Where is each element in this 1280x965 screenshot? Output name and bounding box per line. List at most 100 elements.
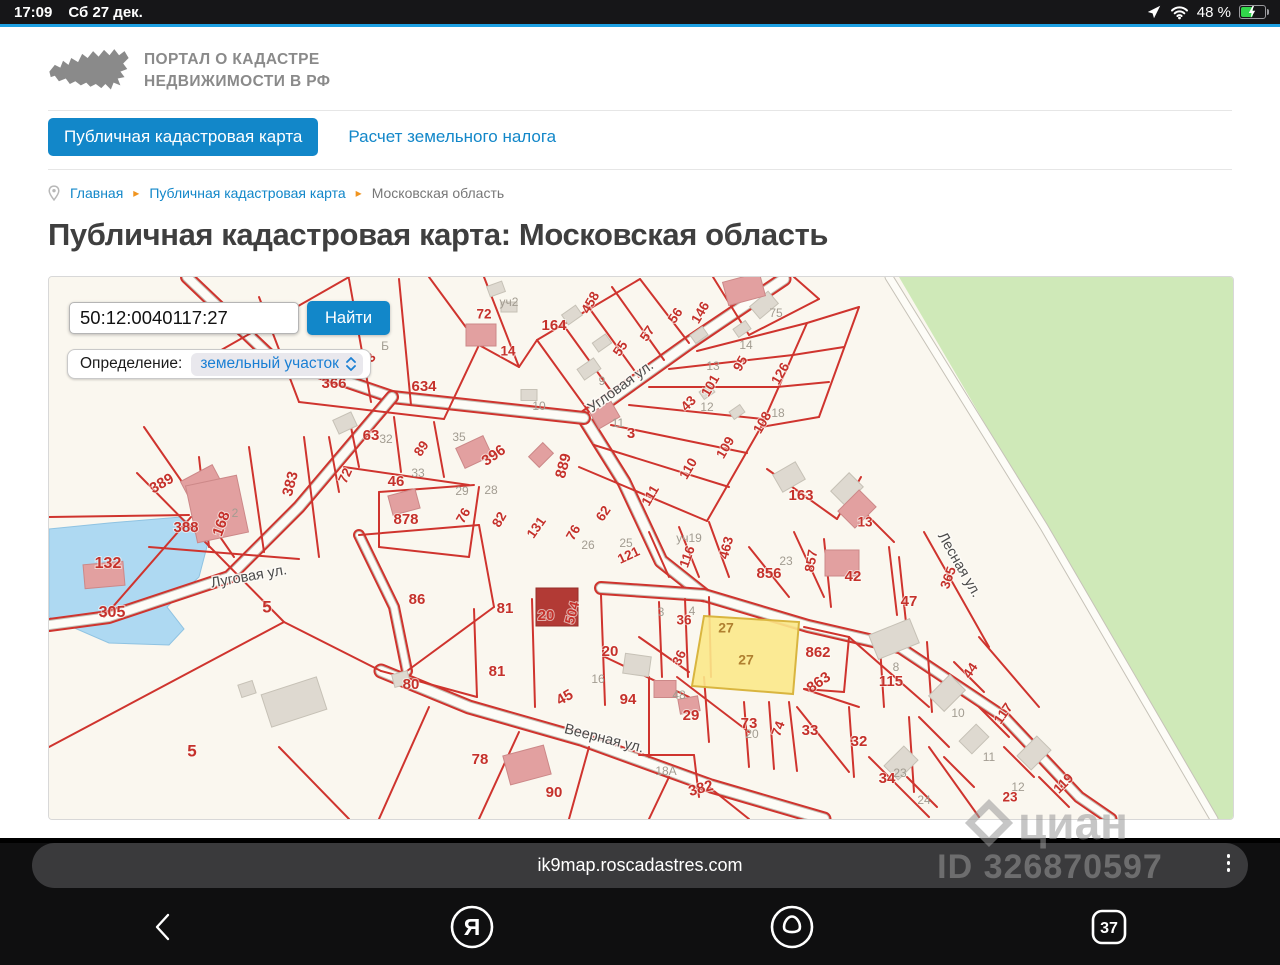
status-date: Сб 27 дек. bbox=[68, 3, 143, 21]
page-content: ПОРТАЛ О КАДАСТРЕ НЕДВИЖИМОСТИ В РФ Публ… bbox=[0, 27, 1280, 838]
svg-text:Я: Я bbox=[463, 914, 480, 940]
pin-icon bbox=[48, 185, 60, 201]
svg-text:35: 35 bbox=[452, 430, 466, 444]
svg-text:388: 388 bbox=[173, 519, 198, 536]
breadcrumb-current: Московская область bbox=[371, 185, 505, 201]
svg-text:3: 3 bbox=[627, 425, 635, 442]
breadcrumb-arrow-icon: ▸ bbox=[133, 186, 140, 200]
svg-text:20: 20 bbox=[538, 607, 555, 624]
breadcrumb-home[interactable]: Главная bbox=[70, 185, 123, 201]
map-search-bar: Найти bbox=[69, 301, 391, 335]
svg-text:80: 80 bbox=[403, 676, 420, 693]
svg-text:18: 18 bbox=[771, 406, 785, 420]
divider bbox=[48, 110, 1232, 111]
back-button[interactable] bbox=[151, 911, 175, 946]
breadcrumb-arrow-icon: ▸ bbox=[355, 186, 362, 200]
svg-text:634: 634 bbox=[411, 378, 437, 395]
svg-text:94: 94 bbox=[620, 691, 637, 708]
page-url: ik9map.roscadastres.com bbox=[537, 855, 743, 875]
yandex-button[interactable]: Я bbox=[448, 903, 496, 954]
svg-text:5: 5 bbox=[262, 597, 271, 616]
page-title: Публичная кадастровая карта: Московская … bbox=[48, 217, 829, 252]
logo-line1: ПОРТАЛ О КАДАСТРЕ bbox=[144, 50, 320, 68]
battery-percent: 48 % bbox=[1196, 3, 1231, 21]
cadastral-number-input[interactable] bbox=[69, 302, 299, 334]
divider bbox=[48, 169, 1232, 170]
cadastral-map: 72 уч2 164 458 56 57 55 146 75 14 9 10 13 14 95 101 126 4… bbox=[48, 276, 1234, 820]
svg-text:29: 29 bbox=[455, 484, 469, 498]
tabs-count-text: 37 bbox=[1100, 920, 1118, 937]
svg-text:12: 12 bbox=[700, 400, 714, 414]
svg-text:20: 20 bbox=[745, 727, 759, 741]
svg-text:23: 23 bbox=[779, 554, 793, 568]
svg-text:27: 27 bbox=[738, 652, 754, 668]
svg-text:90: 90 bbox=[546, 784, 563, 801]
clock: 17:09 bbox=[14, 3, 53, 21]
logo-line2: НЕДВИЖИМОСТИ В РФ bbox=[144, 73, 331, 90]
svg-text:47: 47 bbox=[901, 593, 918, 610]
svg-text:12: 12 bbox=[1011, 780, 1025, 794]
svg-text:32: 32 bbox=[851, 733, 868, 750]
svg-text:26: 26 bbox=[581, 538, 595, 552]
status-bar: 17:09 Сб 27 дек. 48 % bbox=[0, 0, 1280, 24]
home-button[interactable] bbox=[768, 903, 816, 954]
svg-text:27: 27 bbox=[718, 620, 734, 636]
svg-text:86: 86 bbox=[409, 591, 426, 608]
definition-value: земельный участок bbox=[200, 354, 339, 372]
svg-text:2: 2 bbox=[232, 506, 239, 520]
svg-text:29: 29 bbox=[683, 707, 700, 724]
tab-land-tax-calc[interactable]: Расчет земельного налога bbox=[348, 118, 556, 156]
svg-text:32: 32 bbox=[379, 432, 393, 446]
svg-text:16: 16 bbox=[591, 672, 605, 686]
definition-bar: Определение: земельный участок bbox=[67, 349, 371, 379]
svg-text:уч19: уч19 bbox=[676, 531, 702, 545]
svg-text:163: 163 bbox=[788, 487, 813, 504]
svg-text:14: 14 bbox=[739, 338, 753, 352]
main-tabs: Публичная кадастровая карта Расчет земел… bbox=[48, 118, 1232, 156]
select-chevrons-icon bbox=[346, 356, 356, 371]
wifi-icon bbox=[1170, 5, 1188, 19]
svg-text:164: 164 bbox=[541, 317, 567, 334]
breadcrumb-map[interactable]: Публичная кадастровая карта bbox=[149, 185, 345, 201]
svg-text:305: 305 bbox=[99, 604, 126, 621]
search-button[interactable]: Найти bbox=[307, 301, 391, 335]
svg-text:28: 28 bbox=[484, 483, 498, 497]
svg-text:3: 3 bbox=[658, 605, 665, 619]
svg-text:5: 5 bbox=[187, 741, 196, 760]
svg-text:11: 11 bbox=[612, 416, 625, 430]
svg-text:78: 78 bbox=[472, 751, 489, 768]
tab-public-cadastral-map[interactable]: Публичная кадастровая карта bbox=[48, 118, 319, 156]
tabs-counter: 37 bbox=[1091, 909, 1127, 944]
menu-dots-icon[interactable] bbox=[1226, 854, 1230, 872]
svg-text:63: 63 bbox=[363, 427, 380, 444]
alice-icon bbox=[770, 905, 814, 948]
svg-text:13: 13 bbox=[857, 515, 873, 530]
svg-text:75: 75 bbox=[769, 306, 783, 320]
svg-text:13: 13 bbox=[706, 359, 720, 373]
svg-text:115: 115 bbox=[879, 673, 903, 690]
svg-text:Б: Б bbox=[381, 339, 389, 353]
russia-map-logo-icon bbox=[49, 49, 129, 90]
svg-text:48: 48 bbox=[672, 688, 686, 702]
svg-text:42: 42 bbox=[845, 568, 862, 585]
svg-text:14: 14 bbox=[500, 344, 516, 359]
svg-text:81: 81 bbox=[497, 600, 514, 617]
svg-text:23: 23 bbox=[893, 766, 907, 780]
svg-text:33: 33 bbox=[802, 722, 819, 739]
browser-nav-bar: Я 37 bbox=[15, 902, 1265, 954]
svg-text:20: 20 bbox=[602, 643, 619, 660]
site-logo[interactable]: ПОРТАЛ О КАДАСТРЕ НЕДВИЖИМОСТИ В РФ bbox=[48, 27, 1232, 97]
svg-text:11: 11 bbox=[983, 750, 996, 764]
svg-text:33: 33 bbox=[411, 466, 425, 480]
svg-text:72: 72 bbox=[476, 307, 491, 322]
browser-bottom-bar: ik9map.roscadastres.com Я 37 bbox=[0, 843, 1280, 965]
svg-text:4: 4 bbox=[689, 604, 696, 618]
definition-label: Определение: bbox=[80, 355, 183, 372]
address-bar[interactable]: ik9map.roscadastres.com bbox=[32, 843, 1248, 888]
svg-text:132: 132 bbox=[95, 555, 122, 572]
breadcrumb: Главная ▸ Публичная кадастровая карта ▸ … bbox=[48, 185, 1232, 201]
svg-text:18А: 18А bbox=[655, 764, 676, 778]
definition-select[interactable]: земельный участок bbox=[191, 352, 363, 376]
svg-text:878: 878 bbox=[393, 511, 418, 528]
tabs-button[interactable]: 37 bbox=[1089, 907, 1129, 950]
